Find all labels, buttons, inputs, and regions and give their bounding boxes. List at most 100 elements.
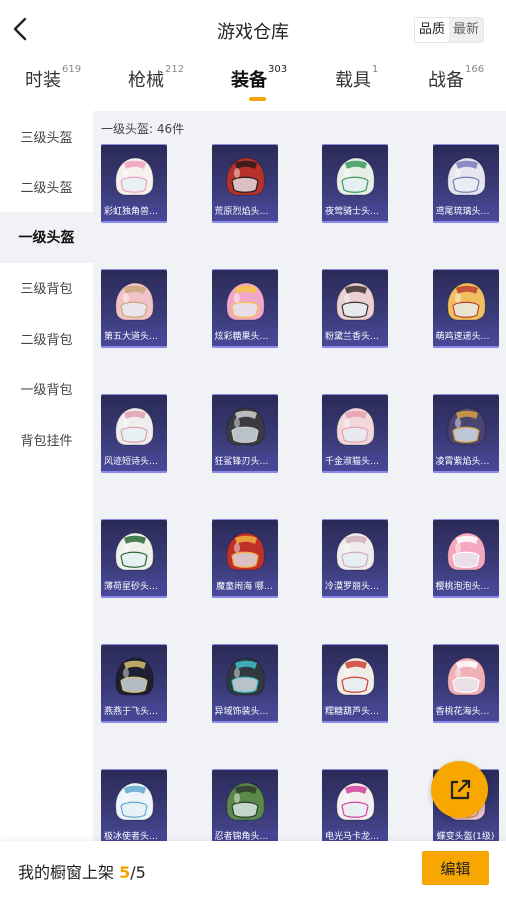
item-card[interactable]: 燕燕于飞头盔… xyxy=(101,644,167,723)
helmet-icon xyxy=(225,282,265,321)
helmet-icon xyxy=(336,532,375,571)
item-card[interactable]: 荒原烈焰头盔… xyxy=(211,144,278,223)
item-card[interactable]: 薄荷星砂头盔… xyxy=(101,519,167,598)
external-link-icon xyxy=(450,779,470,799)
sidebar-item-level1-backpack[interactable]: 一级背包 xyxy=(0,364,93,415)
item-name: 夜莺骑士头盔… xyxy=(322,204,388,220)
item-card[interactable]: 狂鲨锋刃头盔… xyxy=(211,394,278,473)
helmet-icon xyxy=(225,657,265,696)
item-name: 香桃花海头盔… xyxy=(432,704,499,720)
tab-supplies[interactable]: 战备166 xyxy=(428,64,485,106)
tab-label: 战备 xyxy=(428,70,464,91)
helmet-icon xyxy=(446,532,486,571)
tab-fashion[interactable]: 时装619 xyxy=(25,64,81,106)
helmet-icon xyxy=(115,782,154,821)
share-button[interactable] xyxy=(431,761,488,818)
item-card[interactable]: 异域饰装头盔… xyxy=(211,644,278,723)
tab-label: 装备 xyxy=(231,70,267,91)
item-card[interactable]: 彩虹独角兽头… xyxy=(101,144,167,223)
item-name: 极冰使者头盔… xyxy=(101,829,167,841)
showcase-label: 我的橱窗上架 xyxy=(18,863,115,882)
item-card[interactable]: 第五大道头盔… xyxy=(101,269,167,348)
tab-label: 载具 xyxy=(335,70,371,91)
item-card[interactable]: 风迹短诗头盔… xyxy=(101,394,167,473)
tab-count: 303 xyxy=(268,64,288,75)
item-card[interactable]: 冷漠罗丽头盔… xyxy=(322,519,388,598)
helmet-icon xyxy=(446,282,486,321)
item-card[interactable]: 鸢尾琉璃头盔… xyxy=(432,144,499,223)
header: 游戏仓库 品质 最新 xyxy=(0,0,506,60)
item-panel: 一级头盔: 46件 彩虹独角兽头… 荒原烈焰头盔… 夜莺骑士头盔… 鸢尾琉璃头盔… 第五… xyxy=(93,111,506,841)
helmet-icon xyxy=(336,782,375,821)
item-card[interactable]: 凌霄紫焰头盔… xyxy=(432,394,499,473)
item-name: 冷漠罗丽头盔… xyxy=(322,579,388,595)
helmet-icon xyxy=(446,157,486,196)
tab-label: 时装 xyxy=(25,70,61,91)
helmet-icon xyxy=(336,282,375,321)
helmet-icon xyxy=(336,157,375,196)
sidebar-item-level1-helmet[interactable]: 一级头盔 xyxy=(0,212,93,263)
chevron-left-icon xyxy=(13,17,27,41)
item-card[interactable]: 电光马卡龙头… xyxy=(322,769,388,841)
item-name: 凌霄紫焰头盔… xyxy=(432,454,499,470)
sidebar-item-level2-backpack[interactable]: 二级背包 xyxy=(0,313,93,364)
edit-button[interactable]: 编辑 xyxy=(422,851,489,885)
sidebar-item-level3-backpack[interactable]: 三级背包 xyxy=(0,263,93,314)
tab-count: 1 xyxy=(372,64,379,75)
item-name: 忍者锦角头盔… xyxy=(211,829,278,841)
item-name: 粉黛兰香头盔… xyxy=(322,329,388,345)
sidebar-item-level2-helmet[interactable]: 二级头盔 xyxy=(0,162,93,213)
item-card[interactable]: 极冰使者头盔… xyxy=(101,769,167,841)
item-name: 异域饰装头盔… xyxy=(211,704,278,720)
helmet-icon xyxy=(225,532,265,571)
sort-toggle: 品质 最新 xyxy=(414,17,485,43)
item-name: 第五大道头盔… xyxy=(101,329,167,345)
tab-weapons[interactable]: 枪械212 xyxy=(128,64,185,106)
item-name: 燕燕于飞头盔… xyxy=(101,704,167,720)
item-card[interactable]: 糯糖葫芦头盔… xyxy=(322,644,388,723)
helmet-icon xyxy=(336,407,375,446)
item-name: 魔童闹海 哪… xyxy=(211,579,278,595)
showcase-total: 5 xyxy=(135,863,146,882)
helmet-icon xyxy=(115,157,154,196)
sidebar-item-level3-helmet[interactable]: 三级头盔 xyxy=(0,111,93,162)
warehouse-screen: 游戏仓库 品质 最新 时装619 枪械212 装备303 载具1 战备166 三… xyxy=(0,0,506,897)
tab-count: 166 xyxy=(465,64,485,75)
item-card[interactable]: 炫彩糖果头盔… xyxy=(211,269,278,348)
item-card[interactable]: 萌鸡速递头盔… xyxy=(432,269,499,348)
item-name: 荒原烈焰头盔… xyxy=(211,204,278,220)
helmet-icon xyxy=(446,657,486,696)
helmet-icon xyxy=(225,407,265,446)
item-count: 一级头盔: 46件 xyxy=(101,122,185,136)
item-card[interactable]: 樱桃泡泡头盔… xyxy=(432,519,499,598)
helmet-icon xyxy=(115,657,154,696)
item-card[interactable]: 粉黛兰香头盔… xyxy=(322,269,388,348)
sort-by-newest[interactable]: 最新 xyxy=(449,18,484,42)
item-name: 薄荷星砂头盔… xyxy=(101,579,167,595)
item-card[interactable]: 魔童闹海 哪… xyxy=(211,519,278,598)
helmet-icon xyxy=(115,532,154,571)
item-card[interactable]: 香桃花海头盔… xyxy=(432,644,499,723)
item-name: 炫彩糖果头盔… xyxy=(211,329,278,345)
tab-label: 枪械 xyxy=(128,70,164,91)
item-name: 鸢尾琉璃头盔… xyxy=(432,204,499,220)
item-name: 蝶变头盔(1级) xyxy=(432,829,499,841)
tab-count: 212 xyxy=(165,64,185,75)
showcase-status: 我的橱窗上架 5/5 xyxy=(18,859,146,883)
helmet-icon xyxy=(446,407,486,446)
sidebar-item-backpack-charm[interactable]: 背包挂件 xyxy=(0,414,93,465)
tab-vehicles[interactable]: 载具1 xyxy=(335,64,379,106)
active-tab-indicator xyxy=(249,97,266,101)
item-name: 狂鲨锋刃头盔… xyxy=(211,454,278,470)
item-name: 樱桃泡泡头盔… xyxy=(432,579,499,595)
helmet-icon xyxy=(115,282,154,321)
item-card[interactable]: 忍者锦角头盔… xyxy=(211,769,278,841)
item-card[interactable]: 夜莺骑士头盔… xyxy=(322,144,388,223)
item-card[interactable]: 千金淑猫头盔… xyxy=(322,394,388,473)
back-button[interactable] xyxy=(8,14,32,44)
helmet-icon xyxy=(336,657,375,696)
item-name: 电光马卡龙头… xyxy=(322,829,388,841)
item-name: 千金淑猫头盔… xyxy=(322,454,388,470)
sort-by-quality[interactable]: 品质 xyxy=(415,18,450,42)
helmet-icon xyxy=(115,407,154,446)
